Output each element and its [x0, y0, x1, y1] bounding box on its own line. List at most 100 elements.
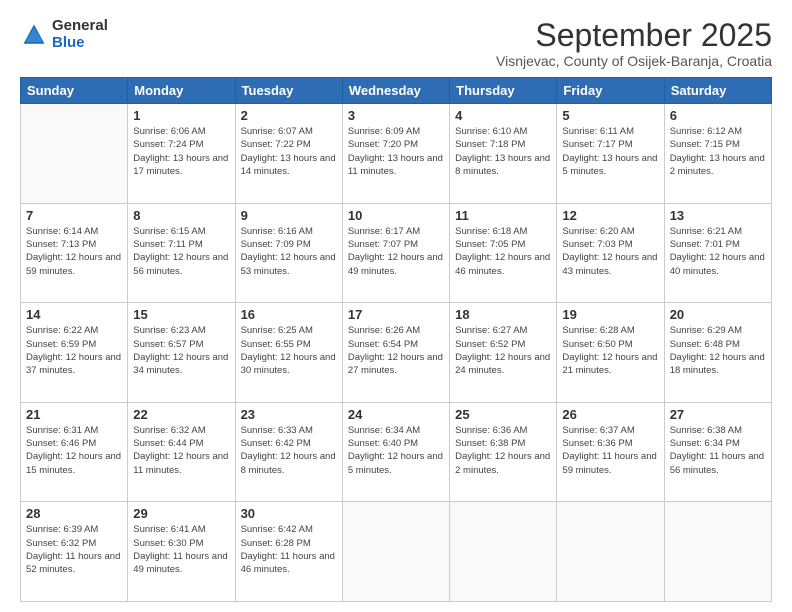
calendar-cell: 4 Sunrise: 6:10 AMSunset: 7:18 PMDaylight… [450, 104, 557, 204]
day-info: Sunrise: 6:41 AMSunset: 6:30 PMDaylight:… [133, 523, 229, 576]
calendar-cell: 12 Sunrise: 6:20 AMSunset: 7:03 PMDayligh… [557, 203, 664, 303]
day-info: Sunrise: 6:23 AMSunset: 6:57 PMDaylight:… [133, 324, 229, 377]
title-block: September 2025 Visnjevac, County of Osij… [496, 18, 772, 69]
calendar-cell: 19Sunrise: 6:28 AMSunset: 6:50 PMDayligh… [557, 303, 664, 403]
day-info: Sunrise: 6:11 AMSunset: 7:17 PMDaylight:… [562, 125, 658, 178]
calendar-table: SundayMondayTuesdayWednesdayThursdayFrid… [20, 77, 772, 602]
day-number: 14 [26, 307, 122, 322]
day-number: 30 [241, 506, 337, 521]
day-number: 17 [348, 307, 444, 322]
day-number: 27 [670, 407, 766, 422]
logo-blue: Blue [52, 35, 108, 52]
day-number: 22 [133, 407, 229, 422]
day-number: 19 [562, 307, 658, 322]
calendar-cell: 2Sunrise: 6:07 AMSunset: 7:22 PMDaylight… [235, 104, 342, 204]
calendar-cell: 29 Sunrise: 6:41 AMSunset: 6:30 PMDayligh… [128, 502, 235, 602]
weekday-header-thursday: Thursday [450, 78, 557, 104]
day-info: Sunrise: 6:32 AMSunset: 6:44 PMDaylight:… [133, 424, 229, 477]
calendar-cell: 30 Sunrise: 6:42 AMSunset: 6:28 PMDayligh… [235, 502, 342, 602]
day-info: Sunrise: 6:10 AMSunset: 7:18 PMDaylight:… [455, 125, 551, 178]
month-title: September 2025 [496, 18, 772, 53]
day-number: 6 [670, 108, 766, 123]
day-info: Sunrise: 6:39 AMSunset: 6:32 PMDaylight:… [26, 523, 122, 576]
day-number: 26 [562, 407, 658, 422]
logo-icon [20, 21, 48, 49]
day-number: 15 [133, 307, 229, 322]
day-info: Sunrise: 6:26 AMSunset: 6:54 PMDaylight:… [348, 324, 444, 377]
day-number: 8 [133, 208, 229, 223]
day-info: Sunrise: 6:20 AMSunset: 7:03 PMDaylight:… [562, 225, 658, 278]
calendar-week-row: 28 Sunrise: 6:39 AMSunset: 6:32 PMDayligh… [21, 502, 772, 602]
calendar-cell: 7 Sunrise: 6:14 AMSunset: 7:13 PMDaylight… [21, 203, 128, 303]
calendar-cell [450, 502, 557, 602]
calendar-cell: 5Sunrise: 6:11 AMSunset: 7:17 PMDaylight… [557, 104, 664, 204]
weekday-header-monday: Monday [128, 78, 235, 104]
calendar-cell: 18 Sunrise: 6:27 AMSunset: 6:52 PMDayligh… [450, 303, 557, 403]
day-number: 23 [241, 407, 337, 422]
day-number: 10 [348, 208, 444, 223]
day-number: 7 [26, 208, 122, 223]
day-info: Sunrise: 6:38 AMSunset: 6:34 PMDaylight:… [670, 424, 766, 477]
day-info: Sunrise: 6:21 AMSunset: 7:01 PMDaylight:… [670, 225, 766, 278]
day-info: Sunrise: 6:34 AMSunset: 6:40 PMDaylight:… [348, 424, 444, 477]
calendar-cell: 9 Sunrise: 6:16 AMSunset: 7:09 PMDaylight… [235, 203, 342, 303]
day-info: Sunrise: 6:09 AMSunset: 7:20 PMDaylight:… [348, 125, 444, 178]
day-info: Sunrise: 6:36 AMSunset: 6:38 PMDaylight:… [455, 424, 551, 477]
day-number: 11 [455, 208, 551, 223]
calendar-week-row: 1 Sunrise: 6:06 AMSunset: 7:24 PMDaylight… [21, 104, 772, 204]
day-number: 28 [26, 506, 122, 521]
day-info: Sunrise: 6:18 AMSunset: 7:05 PMDaylight:… [455, 225, 551, 278]
weekday-header-sunday: Sunday [21, 78, 128, 104]
day-number: 3 [348, 108, 444, 123]
calendar-cell: 16 Sunrise: 6:25 AMSunset: 6:55 PMDayligh… [235, 303, 342, 403]
day-info: Sunrise: 6:31 AMSunset: 6:46 PMDaylight:… [26, 424, 122, 477]
day-info: Sunrise: 6:14 AMSunset: 7:13 PMDaylight:… [26, 225, 122, 278]
calendar-cell: 17 Sunrise: 6:26 AMSunset: 6:54 PMDayligh… [342, 303, 449, 403]
calendar-cell: 28 Sunrise: 6:39 AMSunset: 6:32 PMDayligh… [21, 502, 128, 602]
day-info: Sunrise: 6:22 AMSunset: 6:59 PMDaylight:… [26, 324, 122, 377]
day-info: Sunrise: 6:42 AMSunset: 6:28 PMDaylight:… [241, 523, 337, 576]
calendar-cell: 14 Sunrise: 6:22 AMSunset: 6:59 PMDayligh… [21, 303, 128, 403]
calendar-cell: 11 Sunrise: 6:18 AMSunset: 7:05 PMDayligh… [450, 203, 557, 303]
calendar-cell: 22 Sunrise: 6:32 AMSunset: 6:44 PMDayligh… [128, 402, 235, 502]
calendar-cell: 13 Sunrise: 6:21 AMSunset: 7:01 PMDayligh… [664, 203, 771, 303]
logo-text: General Blue [52, 18, 108, 51]
calendar-cell: 23Sunrise: 6:33 AMSunset: 6:42 PMDayligh… [235, 402, 342, 502]
day-info: Sunrise: 6:07 AMSunset: 7:22 PMDaylight:… [241, 125, 337, 178]
day-number: 12 [562, 208, 658, 223]
calendar-cell: 15 Sunrise: 6:23 AMSunset: 6:57 PMDayligh… [128, 303, 235, 403]
day-number: 16 [241, 307, 337, 322]
calendar-cell: 3 Sunrise: 6:09 AMSunset: 7:20 PMDaylight… [342, 104, 449, 204]
calendar-cell: 10 Sunrise: 6:17 AMSunset: 7:07 PMDayligh… [342, 203, 449, 303]
day-info: Sunrise: 6:37 AMSunset: 6:36 PMDaylight:… [562, 424, 658, 477]
day-number: 1 [133, 108, 229, 123]
calendar-cell [664, 502, 771, 602]
day-info: Sunrise: 6:16 AMSunset: 7:09 PMDaylight:… [241, 225, 337, 278]
calendar-cell: 20Sunrise: 6:29 AMSunset: 6:48 PMDayligh… [664, 303, 771, 403]
weekday-header-wednesday: Wednesday [342, 78, 449, 104]
calendar-cell: 25Sunrise: 6:36 AMSunset: 6:38 PMDayligh… [450, 402, 557, 502]
calendar-week-row: 14 Sunrise: 6:22 AMSunset: 6:59 PMDayligh… [21, 303, 772, 403]
day-number: 4 [455, 108, 551, 123]
day-info: Sunrise: 6:27 AMSunset: 6:52 PMDaylight:… [455, 324, 551, 377]
header: General Blue September 2025 Visnjevac, C… [20, 18, 772, 69]
calendar-cell [557, 502, 664, 602]
logo-general: General [52, 18, 108, 35]
day-info: Sunrise: 6:25 AMSunset: 6:55 PMDaylight:… [241, 324, 337, 377]
day-number: 21 [26, 407, 122, 422]
calendar-cell: 21 Sunrise: 6:31 AMSunset: 6:46 PMDayligh… [21, 402, 128, 502]
day-number: 24 [348, 407, 444, 422]
page: General Blue September 2025 Visnjevac, C… [0, 0, 792, 612]
day-info: Sunrise: 6:06 AMSunset: 7:24 PMDaylight:… [133, 125, 229, 178]
calendar-week-row: 21 Sunrise: 6:31 AMSunset: 6:46 PMDayligh… [21, 402, 772, 502]
calendar-week-row: 7 Sunrise: 6:14 AMSunset: 7:13 PMDaylight… [21, 203, 772, 303]
day-number: 29 [133, 506, 229, 521]
calendar-cell [21, 104, 128, 204]
day-number: 13 [670, 208, 766, 223]
calendar-cell: 1 Sunrise: 6:06 AMSunset: 7:24 PMDaylight… [128, 104, 235, 204]
calendar-cell [342, 502, 449, 602]
calendar-cell: 26 Sunrise: 6:37 AMSunset: 6:36 PMDayligh… [557, 402, 664, 502]
day-number: 18 [455, 307, 551, 322]
day-number: 9 [241, 208, 337, 223]
day-info: Sunrise: 6:17 AMSunset: 7:07 PMDaylight:… [348, 225, 444, 278]
